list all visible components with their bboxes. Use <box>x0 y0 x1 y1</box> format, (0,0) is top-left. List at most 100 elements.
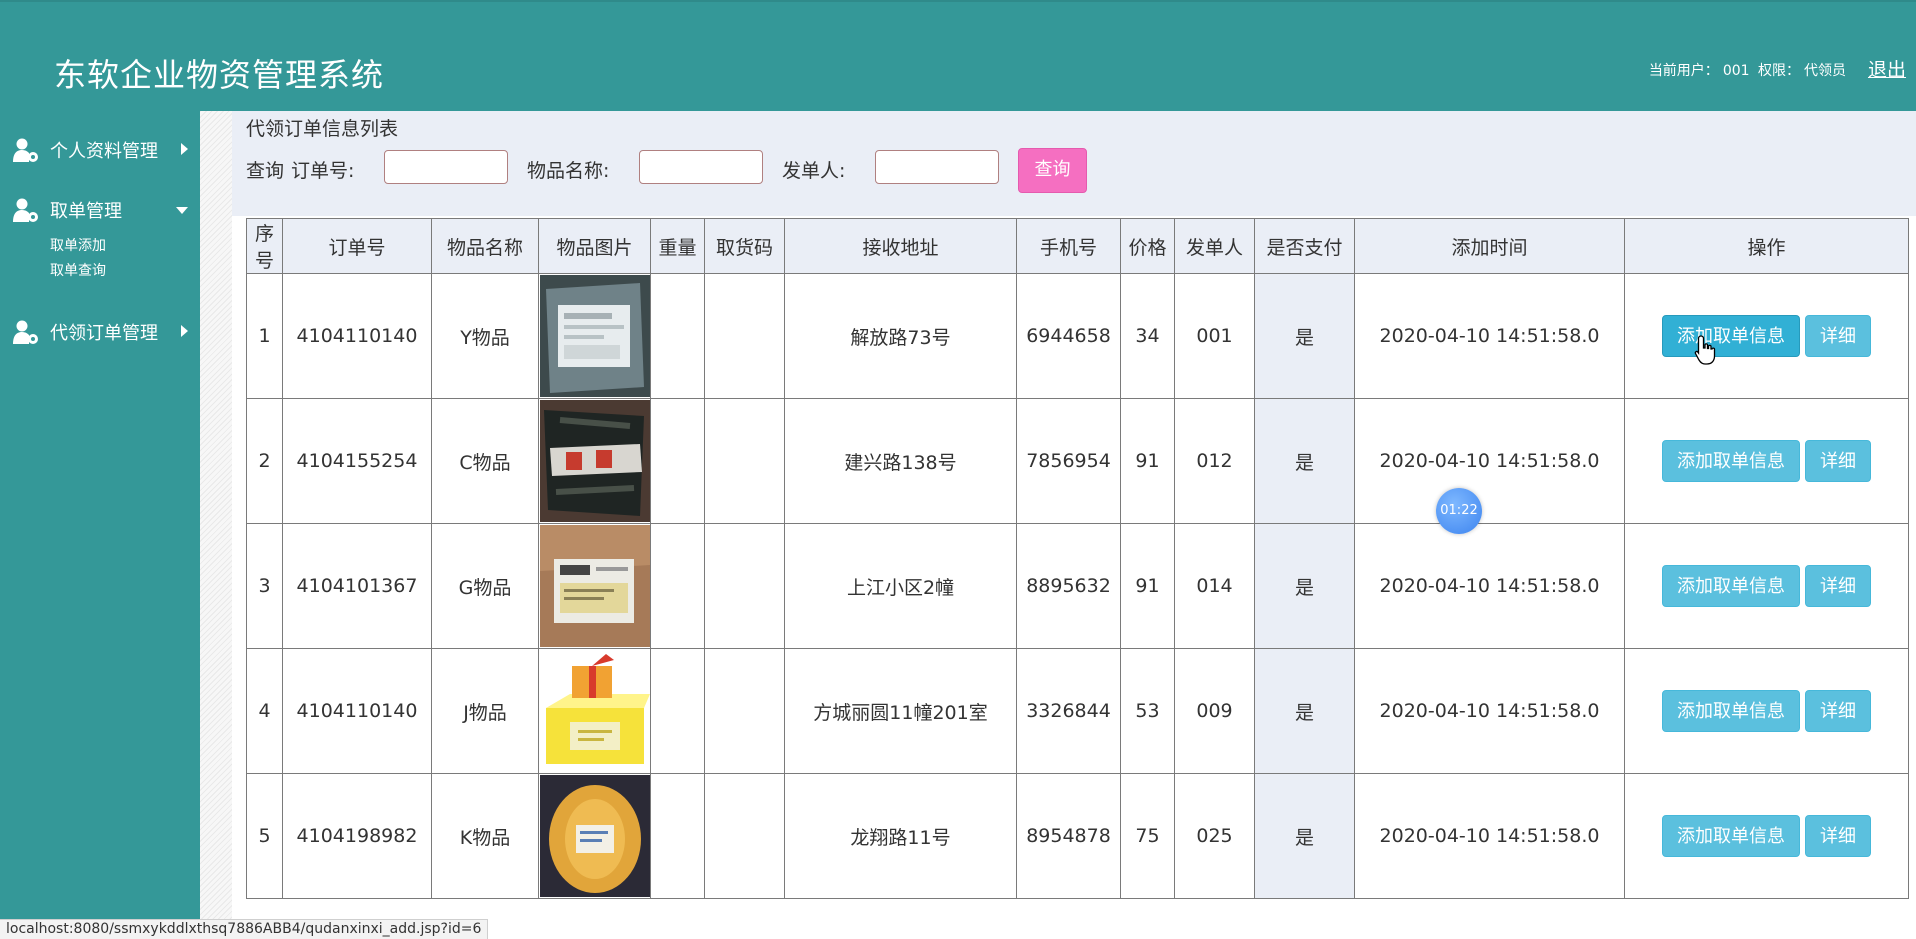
sidebar-item-proxy-orders[interactable]: 代领订单管理 <box>0 311 200 351</box>
cell-sender: 025 <box>1174 773 1255 899</box>
table-row: 3 4104101367 G物品 上江小区2幢 8895632 91 014 是… <box>246 523 1909 649</box>
col-header: 是否支付 <box>1254 218 1355 274</box>
sender-input[interactable] <box>875 150 999 184</box>
cell-address: 解放路73号 <box>784 273 1017 399</box>
table-row: 2 4104155254 C物品 建兴路138号 7856954 91 012 … <box>246 398 1909 524</box>
detail-button[interactable]: 详细 <box>1805 815 1871 857</box>
add-pickup-info-button[interactable]: 添加取单信息 <box>1662 315 1800 357</box>
search-button[interactable]: 查询 <box>1018 148 1087 193</box>
cell-pickup-code <box>704 523 785 649</box>
sidebar-item-profile[interactable]: 个人资料管理 <box>0 129 200 169</box>
col-header: 取货码 <box>704 218 785 274</box>
col-header: 订单号 <box>282 218 432 274</box>
package-thumbnail <box>539 400 650 522</box>
cell-weight <box>650 523 705 649</box>
sidebar: 个人资料管理 取单管理 取单添加 取单查询 代领订单管理 <box>0 111 200 919</box>
cell-paid: 是 <box>1254 523 1355 649</box>
cell-price: 34 <box>1120 273 1175 399</box>
cell-no: 1 <box>246 273 283 399</box>
cell-sender: 014 <box>1174 523 1255 649</box>
cell-item-name: C物品 <box>431 398 539 524</box>
package-thumbnail <box>539 525 650 647</box>
cell-order-no: 4104110140 <box>282 273 432 399</box>
table-row: 5 4104198982 K物品 龙翔路11号 8954878 75 025 是 <box>246 773 1909 899</box>
cell-order-no: 4104155254 <box>282 398 432 524</box>
sidebar-subitem-query[interactable]: 取单查询 <box>50 260 106 280</box>
sender-label: 发单人: <box>782 160 846 182</box>
add-pickup-info-button[interactable]: 添加取单信息 <box>1662 440 1800 482</box>
sidebar-scroll-gutter <box>200 111 232 919</box>
item-name-input[interactable] <box>639 150 763 184</box>
cell-image <box>538 398 651 524</box>
permission-label: 权限： <box>1758 63 1800 79</box>
col-header: 发单人 <box>1174 218 1255 274</box>
recording-timer-badge[interactable]: 01:22 <box>1436 488 1482 534</box>
package-thumbnail <box>539 275 650 397</box>
cell-sender: 012 <box>1174 398 1255 524</box>
cell-price: 75 <box>1120 773 1175 899</box>
cell-item-name: K物品 <box>431 773 539 899</box>
cell-price: 91 <box>1120 523 1175 649</box>
app-title: 东软企业物资管理系统 <box>54 56 385 94</box>
cell-address: 方城丽圆11幢201室 <box>784 648 1017 774</box>
logout-link[interactable]: 退出 <box>1868 55 1906 82</box>
cell-weight <box>650 398 705 524</box>
chevron-right-icon <box>181 325 188 337</box>
detail-button[interactable]: 详细 <box>1805 440 1871 482</box>
cell-phone: 6944658 <box>1016 273 1121 399</box>
sidebar-item-label: 个人资料管理 <box>50 141 158 162</box>
cell-time: 2020-04-10 14:51:58.0 <box>1354 773 1625 899</box>
cell-sender: 001 <box>1174 273 1255 399</box>
table-row: 4 4104110140 J物品 方城丽圆11幢201室 3326844 53 … <box>246 648 1909 774</box>
cell-no: 5 <box>246 773 283 899</box>
cell-item-name: J物品 <box>431 648 539 774</box>
cell-address: 龙翔路11号 <box>784 773 1017 899</box>
page-title: 代领订单信息列表 <box>246 118 399 140</box>
cell-actions: 添加取单信息 详细 <box>1624 398 1909 524</box>
browser-status-url: localhost:8080/ssmxykddlxthsq7886ABB4/qu… <box>0 919 489 939</box>
order-no-input[interactable] <box>384 150 508 184</box>
detail-button[interactable]: 详细 <box>1805 315 1871 357</box>
cell-weight <box>650 773 705 899</box>
cell-paid: 是 <box>1254 648 1355 774</box>
top-header: 东软企业物资管理系统 当前用户： 001 权限： 代领员 退出 <box>0 0 1916 111</box>
package-thumbnail <box>539 775 650 897</box>
add-pickup-info-button[interactable]: 添加取单信息 <box>1662 565 1800 607</box>
cell-actions: 添加取单信息 详细 <box>1624 523 1909 649</box>
user-info: 当前用户： 001 权限： 代领员 <box>1645 60 1846 80</box>
cell-actions: 添加取单信息 详细 <box>1624 648 1909 774</box>
cell-phone: 7856954 <box>1016 398 1121 524</box>
chevron-down-icon <box>176 207 188 214</box>
col-header: 手机号 <box>1016 218 1121 274</box>
cell-time: 2020-04-10 14:51:58.0 <box>1354 523 1625 649</box>
order-table: 序号 订单号 物品名称 物品图片 重量 取货码 接收地址 手机号 价格 发单人 … <box>246 218 1909 899</box>
col-header: 物品图片 <box>538 218 651 274</box>
hand-cursor-icon <box>1694 335 1716 365</box>
cell-no: 2 <box>246 398 283 524</box>
cell-pickup-code <box>704 398 785 524</box>
add-pickup-info-button[interactable]: 添加取单信息 <box>1662 690 1800 732</box>
user-gear-icon <box>13 198 38 222</box>
cell-pickup-code <box>704 273 785 399</box>
user-gear-icon <box>13 138 38 162</box>
cell-order-no: 4104101367 <box>282 523 432 649</box>
current-user-value: 001 <box>1722 63 1750 79</box>
cell-price: 53 <box>1120 648 1175 774</box>
col-header: 接收地址 <box>784 218 1017 274</box>
cell-phone: 8954878 <box>1016 773 1121 899</box>
sidebar-item-order-mgmt[interactable]: 取单管理 <box>0 189 200 229</box>
col-header: 序号 <box>246 218 283 274</box>
cell-time: 2020-04-10 14:51:58.0 <box>1354 273 1625 399</box>
sidebar-item-label: 取单管理 <box>50 201 122 222</box>
detail-button[interactable]: 详细 <box>1805 690 1871 732</box>
cell-image <box>538 523 651 649</box>
cell-actions: 添加取单信息 详细 <box>1624 773 1909 899</box>
cell-weight <box>650 648 705 774</box>
col-header: 重量 <box>650 218 705 274</box>
sidebar-subitem-add[interactable]: 取单添加 <box>50 235 106 255</box>
cell-phone: 8895632 <box>1016 523 1121 649</box>
add-pickup-info-button[interactable]: 添加取单信息 <box>1662 815 1800 857</box>
cell-image <box>538 773 651 899</box>
detail-button[interactable]: 详细 <box>1805 565 1871 607</box>
cell-actions: 添加取单信息 详细 <box>1624 273 1909 399</box>
